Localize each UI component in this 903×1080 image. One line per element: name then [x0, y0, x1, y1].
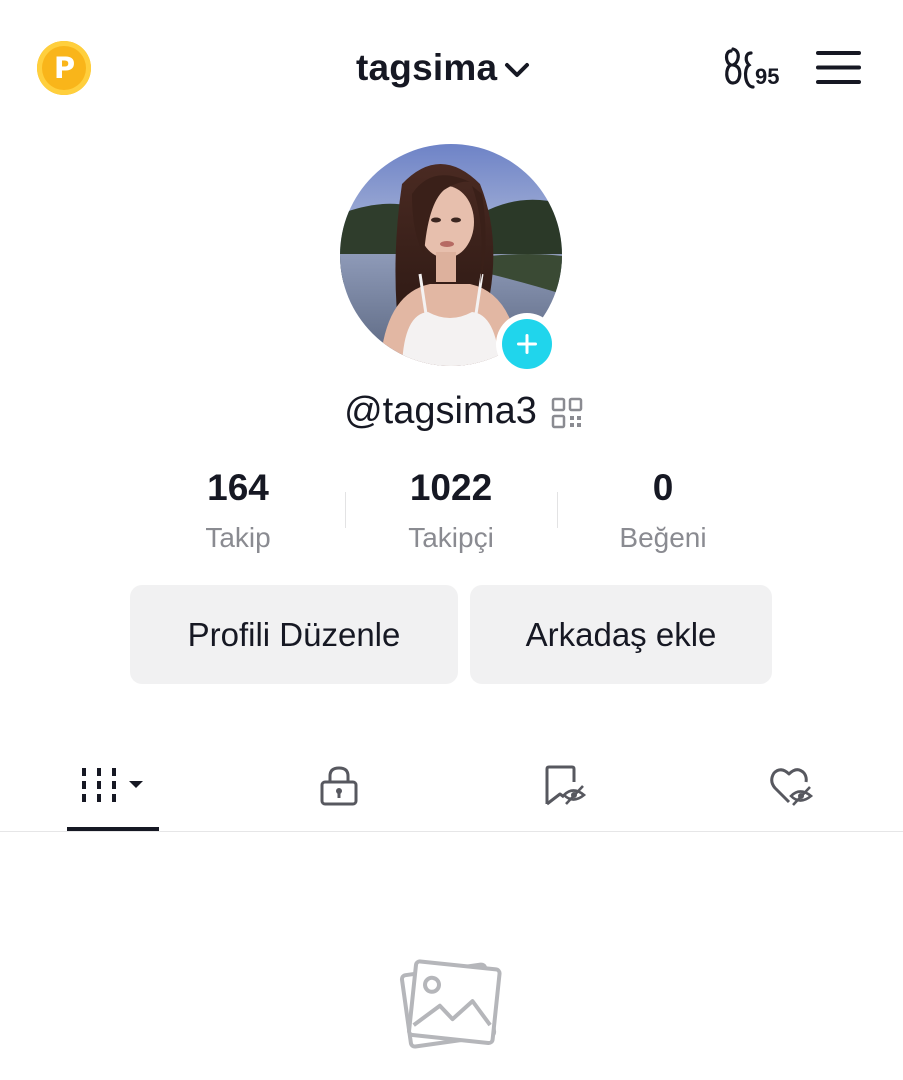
videos-grid-icon — [82, 768, 143, 802]
creator-count: 95 — [755, 64, 780, 89]
stat-likes[interactable]: 0 Beğeni — [563, 462, 763, 558]
following-label: Takip — [205, 522, 271, 553]
hidden-favorites-icon — [545, 765, 587, 806]
stat-divider — [557, 492, 558, 528]
chevron-down-icon — [505, 63, 530, 77]
qr-code-icon[interactable] — [551, 397, 583, 429]
tab-private[interactable] — [293, 740, 385, 832]
tabs-divider — [0, 831, 903, 832]
tab-favorites[interactable] — [519, 740, 611, 832]
likes-label: Beğeni — [619, 522, 707, 553]
tab-videos[interactable] — [67, 740, 159, 832]
username-title: tagsima — [356, 47, 498, 88]
edit-profile-button[interactable]: Profili Düzenle — [130, 585, 458, 684]
hidden-liked-icon — [770, 768, 814, 806]
stat-divider — [345, 492, 346, 528]
stat-following[interactable]: 164 Takip — [138, 462, 338, 558]
profile-tabs — [0, 740, 903, 834]
add-friend-button[interactable]: Arkadaş ekle — [470, 585, 772, 684]
likes-count: 0 — [652, 467, 674, 508]
add-avatar-button[interactable] — [496, 313, 558, 375]
hamburger-menu-icon[interactable] — [815, 49, 862, 86]
followers-label: Takipçi — [408, 522, 494, 553]
following-count: 164 — [207, 467, 269, 508]
p-coin-icon[interactable]: P — [37, 41, 91, 95]
account-switcher[interactable]: tagsima — [356, 44, 531, 92]
plus-icon — [502, 319, 552, 369]
tab-liked[interactable] — [745, 740, 837, 832]
profile-handle: @tagsima3 — [344, 389, 537, 432]
lock-icon — [320, 766, 358, 806]
coin-letter: P — [53, 50, 76, 85]
photo-placeholder-icon — [399, 959, 502, 1049]
handle-row: @tagsima3 — [0, 386, 903, 436]
top-bar: P tagsima 95 — [0, 0, 903, 130]
stat-followers[interactable]: 1022 Takipçi — [351, 462, 551, 558]
followers-count: 1022 — [409, 467, 493, 508]
